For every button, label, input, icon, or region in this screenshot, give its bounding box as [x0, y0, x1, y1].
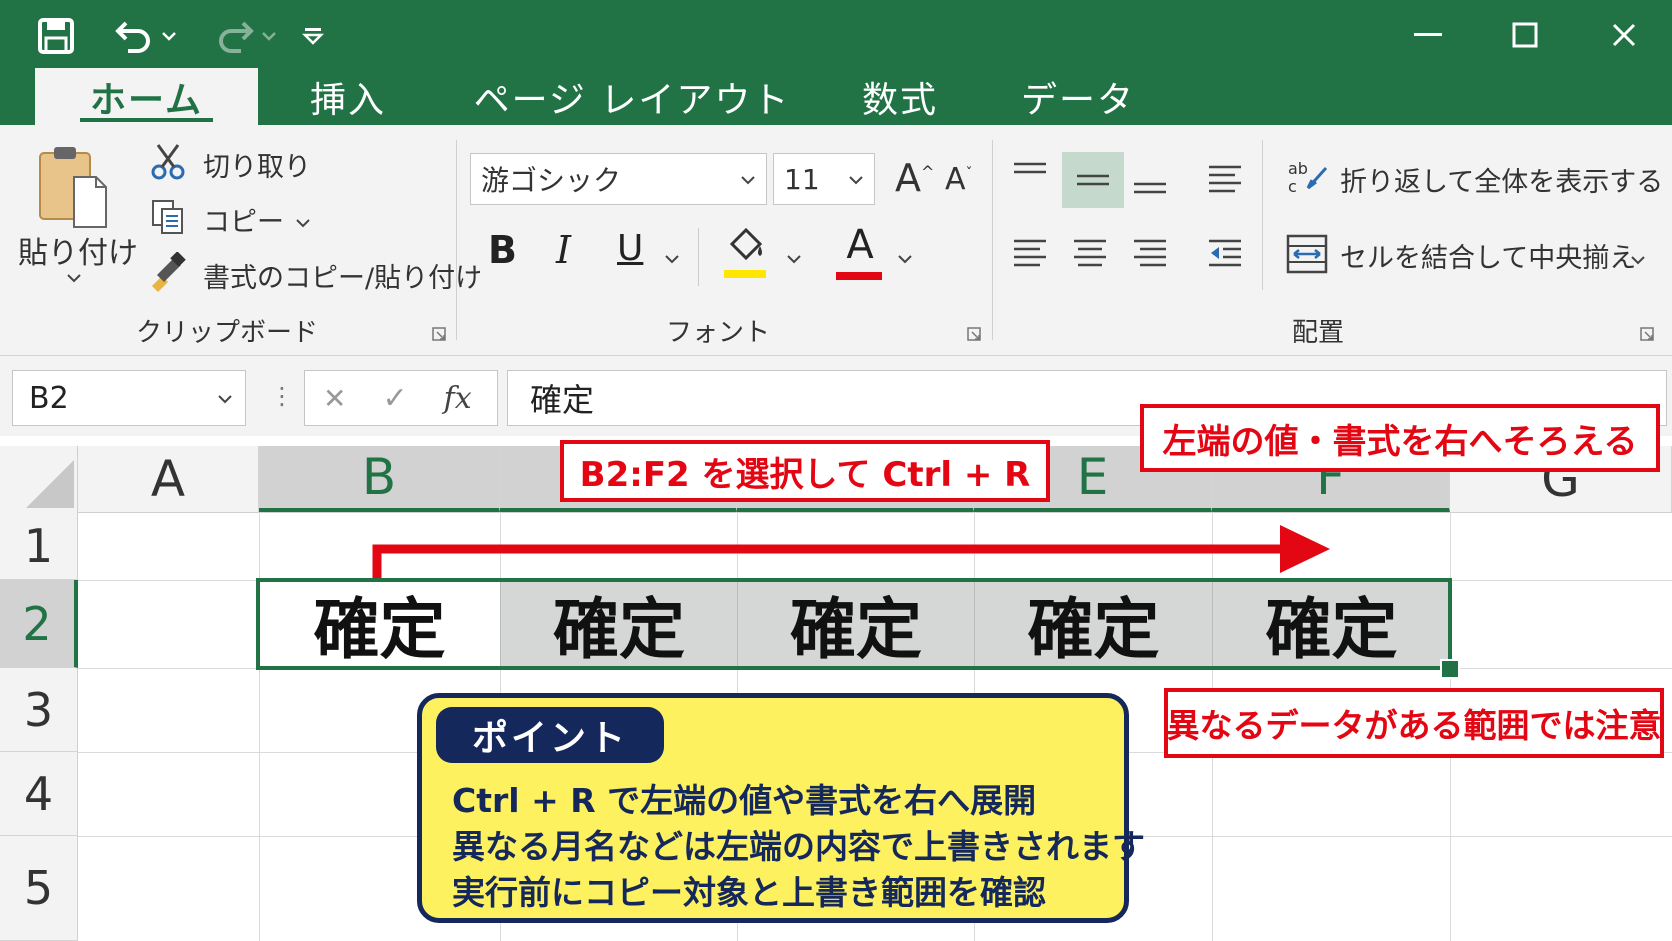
- copy-button[interactable]: コピー: [203, 200, 284, 239]
- point-line-2: 異なる月名などは左端の内容で上書きされます: [452, 827, 1145, 866]
- redo-dropdown-icon[interactable]: [258, 14, 280, 58]
- cut-button[interactable]: 切り取り: [203, 145, 311, 184]
- caution-callout: 異なるデータがある範囲では注意: [1164, 688, 1664, 758]
- tab-insert[interactable]: 挿入: [268, 68, 428, 125]
- row-header-5[interactable]: 5: [0, 836, 78, 941]
- close-icon[interactable]: [1589, 10, 1659, 60]
- chevron-down-icon: [217, 389, 233, 408]
- underline-button[interactable]: U: [617, 228, 643, 269]
- point-title: ポイント: [436, 707, 664, 763]
- column-header-a[interactable]: A: [78, 446, 259, 512]
- alignment-group-label: 配置: [1292, 318, 1345, 348]
- formula-bar-grip-icon[interactable]: ⋮: [270, 382, 294, 410]
- align-bottom-icon[interactable]: [1130, 170, 1170, 204]
- font-divider: [698, 228, 699, 286]
- format-painter-icon[interactable]: [148, 251, 188, 296]
- selection-border: [256, 578, 1452, 670]
- align-middle-icon[interactable]: [1062, 152, 1124, 208]
- undo-icon[interactable]: [112, 14, 156, 58]
- clipboard-group-label: クリップボード: [136, 318, 319, 348]
- tab-home[interactable]: ホーム: [35, 68, 258, 125]
- cancel-button[interactable]: ✕: [323, 382, 346, 415]
- wrap-text-icon[interactable]: ab c: [1286, 158, 1328, 202]
- customize-qat-icon[interactable]: [300, 14, 326, 58]
- alignment-launcher-icon[interactable]: [1640, 326, 1654, 345]
- shrink-font-button[interactable]: Aˇ: [945, 162, 973, 197]
- font-color-dropdown-icon[interactable]: [897, 249, 913, 268]
- clipboard-launcher-icon[interactable]: [432, 326, 446, 345]
- decrease-indent-icon[interactable]: [1205, 236, 1245, 276]
- bold-button[interactable]: B: [488, 228, 517, 272]
- point-line-3: 実行前にコピー対象と上書き範囲を確認: [452, 873, 1046, 912]
- merge-dropdown-icon[interactable]: [1630, 250, 1646, 269]
- orientation-icon[interactable]: [1205, 162, 1245, 202]
- fill-right-arrow: [372, 525, 1330, 578]
- svg-text:c: c: [1288, 177, 1297, 196]
- tab-page-layout[interactable]: ページ レイアウト: [462, 68, 802, 125]
- insert-function-button[interactable]: fx: [444, 381, 472, 416]
- format-painter-button[interactable]: 書式のコピー/貼り付け: [203, 256, 482, 295]
- font-color-swatch: [836, 272, 882, 280]
- row-header-2[interactable]: 2: [0, 580, 78, 668]
- merge-center-icon[interactable]: [1286, 234, 1328, 278]
- enter-button[interactable]: ✓: [382, 381, 407, 416]
- ribbon-divider: [456, 140, 457, 340]
- font-name-select[interactable]: 游ゴシック: [470, 153, 767, 205]
- chevron-down-icon: [848, 170, 864, 189]
- row-header-4[interactable]: 4: [0, 752, 78, 836]
- maximize-icon[interactable]: [1490, 10, 1560, 60]
- undo-dropdown-icon[interactable]: [158, 14, 180, 58]
- copy-dropdown-icon[interactable]: [295, 213, 311, 232]
- alignment-divider: [1262, 140, 1263, 290]
- align-center-icon[interactable]: [1070, 236, 1110, 276]
- wrap-text-button[interactable]: 折り返して全体を表示する: [1340, 160, 1663, 199]
- redo-icon[interactable]: [213, 14, 257, 58]
- chevron-down-icon: [740, 170, 756, 189]
- font-color-button[interactable]: A: [836, 222, 884, 268]
- fill-color-dropdown-icon[interactable]: [786, 249, 802, 268]
- select-hint-callout: B2:F2 を選択して Ctrl + R: [560, 440, 1050, 502]
- row-header-1[interactable]: 1: [0, 512, 78, 580]
- fill-hint-callout: 左端の値・書式を右へそろえる: [1140, 404, 1660, 472]
- merge-center-button[interactable]: セルを結合して中央揃え: [1340, 236, 1636, 275]
- fill-handle[interactable]: [1440, 659, 1460, 679]
- font-launcher-icon[interactable]: [967, 326, 981, 345]
- cut-icon[interactable]: [150, 142, 186, 184]
- minimize-icon[interactable]: [1393, 10, 1463, 60]
- point-line-1: Ctrl + R で左端の値や書式を右へ展開: [452, 781, 1037, 820]
- fill-color-icon[interactable]: [722, 226, 768, 284]
- italic-button[interactable]: I: [556, 228, 571, 272]
- formula-buttons: ✕ ✓ fx: [304, 370, 498, 426]
- grow-font-button[interactable]: A^: [895, 156, 934, 200]
- tab-formulas[interactable]: 数式: [835, 68, 965, 125]
- select-all-button[interactable]: [0, 446, 78, 512]
- gridline: [259, 512, 260, 941]
- align-left-icon[interactable]: [1010, 236, 1050, 276]
- copy-icon[interactable]: [150, 198, 186, 240]
- paste-dropdown-icon[interactable]: [66, 268, 82, 287]
- svg-text:ab: ab: [1288, 159, 1308, 178]
- row-header-3[interactable]: 3: [0, 668, 78, 752]
- align-right-icon[interactable]: [1130, 236, 1170, 276]
- align-top-icon[interactable]: [1010, 160, 1050, 194]
- name-box[interactable]: B2: [12, 370, 246, 426]
- font-size-select[interactable]: 11: [773, 153, 875, 205]
- tab-data[interactable]: データ: [1003, 68, 1153, 125]
- underline-dropdown-icon[interactable]: [664, 249, 680, 268]
- font-group-label: フォント: [666, 318, 771, 348]
- paste-icon[interactable]: [34, 143, 110, 229]
- save-icon[interactable]: [34, 14, 78, 58]
- paste-button[interactable]: 貼り付け: [18, 228, 138, 272]
- ribbon-divider: [992, 140, 993, 340]
- column-header-b[interactable]: B: [259, 446, 500, 512]
